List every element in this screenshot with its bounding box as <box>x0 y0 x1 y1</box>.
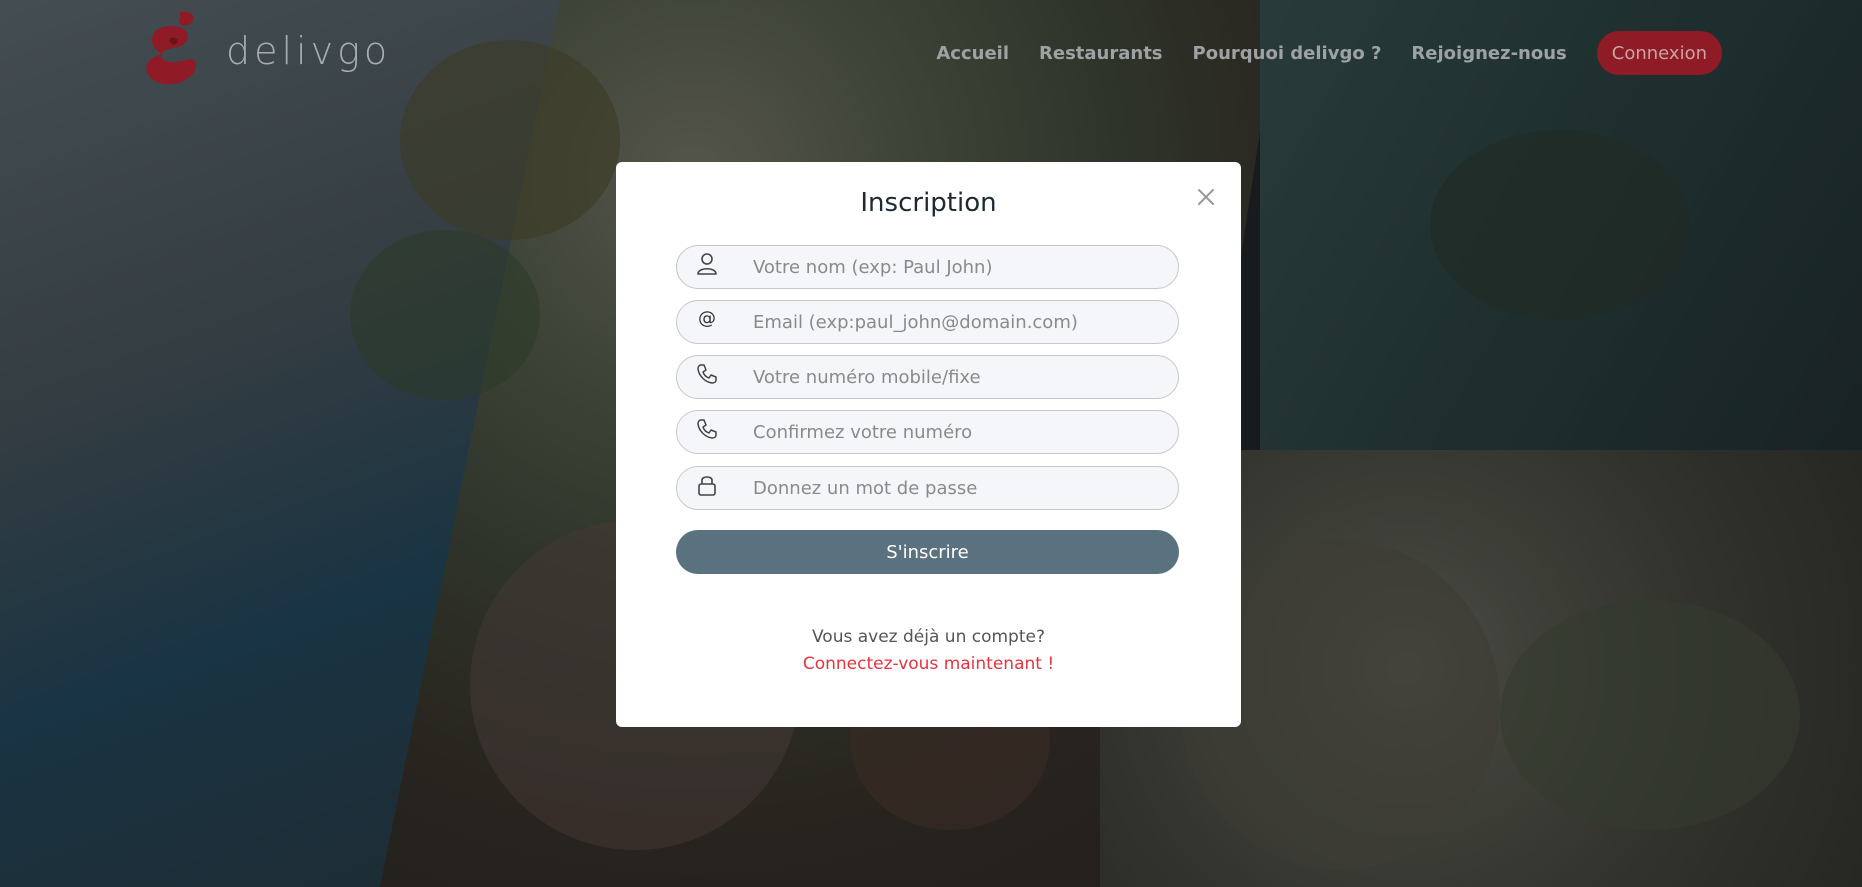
brand-logo[interactable]: delivgo <box>140 8 391 94</box>
at-icon: @ <box>698 308 716 329</box>
phone-icon <box>697 364 717 384</box>
svg-text:@: @ <box>698 308 716 329</box>
password-field[interactable] <box>676 466 1179 510</box>
phone-icon <box>697 419 717 439</box>
confirm-phone-input[interactable] <box>753 411 1163 453</box>
nav-link-restaurants[interactable]: Restaurants <box>1039 43 1163 64</box>
signup-modal: Inscription @ S' <box>616 162 1241 727</box>
nav-link-rejoignez[interactable]: Rejoignez-nous <box>1411 43 1566 64</box>
connexion-button[interactable]: Connexion <box>1596 31 1722 75</box>
name-field[interactable] <box>676 245 1179 289</box>
brand-name: delivgo <box>226 29 392 73</box>
main-nav: Accueil Restaurants Pourquoi delivgo ? R… <box>936 31 1722 75</box>
have-account-text: Vous avez déjà un compte? <box>811 627 1045 647</box>
close-icon <box>1198 189 1214 205</box>
user-icon <box>697 253 717 275</box>
nav-link-pourquoi[interactable]: Pourquoi delivgo ? <box>1193 43 1382 64</box>
nav-link-accueil[interactable]: Accueil <box>936 43 1009 64</box>
email-field[interactable]: @ <box>676 300 1179 344</box>
brand-logo-icon <box>146 11 197 85</box>
phone-input[interactable] <box>753 356 1163 398</box>
email-input[interactable] <box>753 301 1163 343</box>
phone-field[interactable] <box>676 355 1179 399</box>
login-now-link[interactable]: Connectez-vous maintenant ! <box>616 654 1241 674</box>
name-input[interactable] <box>753 246 1163 288</box>
modal-title: Inscription <box>860 188 997 218</box>
close-button[interactable] <box>1191 182 1221 212</box>
lock-icon <box>698 476 716 496</box>
confirm-phone-field[interactable] <box>676 410 1179 454</box>
signup-button[interactable]: S'inscrire <box>676 530 1179 574</box>
password-input[interactable] <box>753 467 1163 509</box>
site-header: delivgo Accueil Restaurants Pourquoi del… <box>0 0 1862 110</box>
